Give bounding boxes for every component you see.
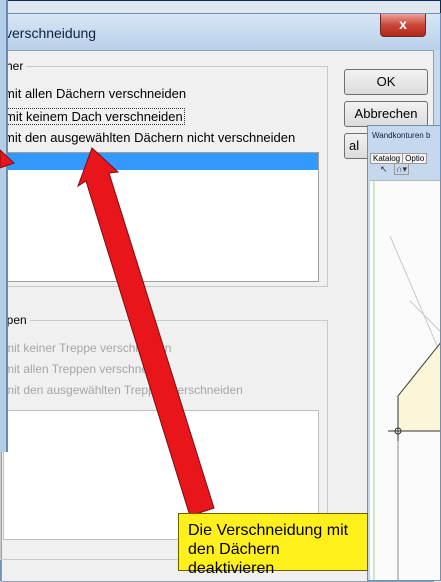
callout-line-2: den Dächern deaktivieren [188, 541, 280, 577]
annotation-callout: Die Verschneidung mit den Dächern deakti… [178, 513, 368, 577]
red-arrow-main [77, 147, 215, 517]
callout-line-1: Die Verschneidung mit [188, 522, 349, 539]
annotation-arrows [0, 147, 215, 517]
red-arrow-left [0, 149, 15, 169]
